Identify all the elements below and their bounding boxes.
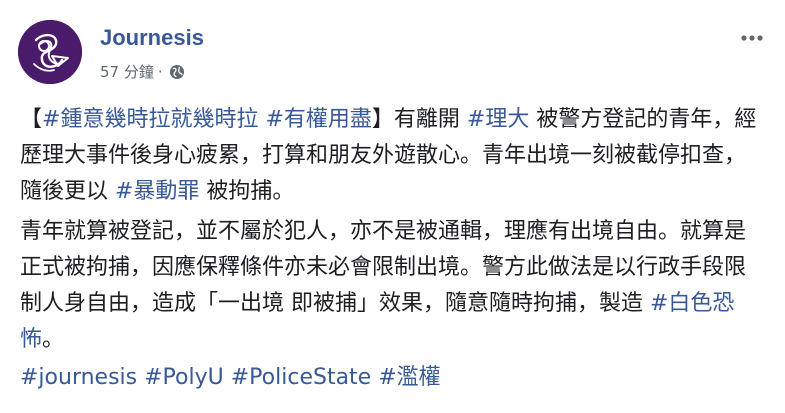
post-meta: 57 分鐘 · [100,62,185,82]
hashtag-abuse-of-power[interactable]: #濫權 [378,365,440,390]
page-avatar[interactable] [18,20,82,84]
hashtag-link[interactable]: #有權用盡 [265,107,371,132]
page-name-link[interactable]: Journesis [100,24,204,52]
post-paragraph-2: 青年就算被登記，並不屬於犯人，亦不是被通輯，理應有出境自由。就算是正式被拘捕，因… [20,214,765,358]
post-timestamp[interactable]: 57 分鐘 [100,62,154,82]
globe-icon[interactable] [169,64,185,80]
post-hashtags: #journesis #PolyU #PoliceState #濫權 [20,360,765,396]
text-segment: 【 [20,107,43,132]
hashtag-policestate[interactable]: #PoliceState [231,365,371,390]
hashtag-link[interactable]: #鍾意幾時拉就幾時拉 [42,107,258,132]
hashtag-polyu[interactable]: #PolyU [144,365,224,390]
facebook-post: Journesis 57 分鐘 · 【#鍾意幾時拉就幾時拉 #有權用盡】有離開 … [0,0,785,413]
hashtag-link[interactable]: #理大 [467,107,529,132]
meta-separator: · [157,63,163,81]
text-segment: 。 [42,327,65,352]
text-segment: 青年就算被登記，並不屬於犯人，亦不是被通輯，理應有出境自由。就算是正式被拘捕，因… [20,219,747,316]
text-segment: 】有離開 [371,107,467,132]
ellipsis-icon[interactable] [736,28,768,48]
text-segment: 被拘捕。 [199,179,295,204]
post-paragraph-1: 【#鍾意幾時拉就幾時拉 #有權用盡】有離開 #理大 被警方登記的青年，經歷理大事… [20,102,765,210]
hashtag-link[interactable]: #暴動罪 [115,179,199,204]
journesis-logo-icon [18,20,82,84]
hashtag-journesis[interactable]: #journesis [20,365,137,390]
